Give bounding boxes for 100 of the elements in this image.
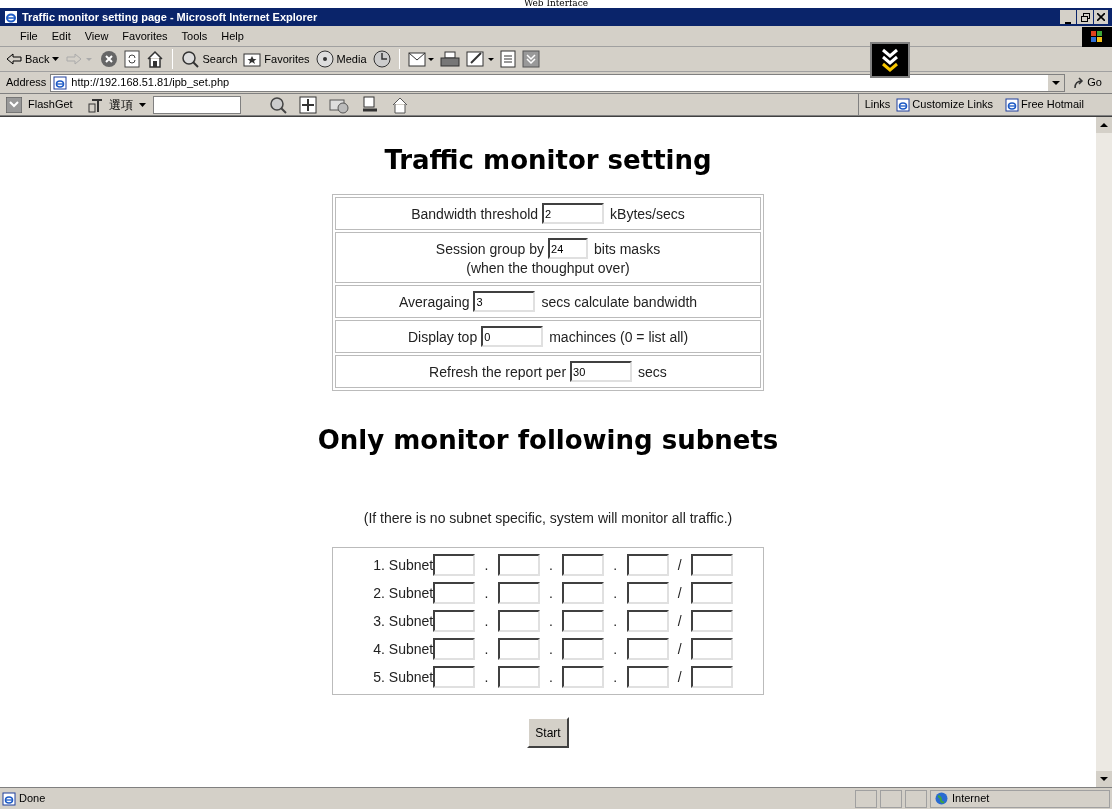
- status-pane: [905, 789, 927, 808]
- menu-item[interactable]: File: [20, 27, 38, 45]
- octet-input[interactable]: [691, 666, 733, 688]
- menu-item[interactable]: Edit: [51, 27, 71, 45]
- home-icon[interactable]: [146, 50, 165, 68]
- minimize-button[interactable]: [1060, 10, 1076, 24]
- octet-input[interactable]: [626, 610, 669, 632]
- page-icon: [2, 791, 16, 806]
- separator: .: [547, 667, 554, 687]
- subnet-label: 1. Subnet: [372, 555, 434, 575]
- favorites-button[interactable]: Favorites: [243, 50, 310, 68]
- octet-input[interactable]: [626, 638, 669, 660]
- octet-input[interactable]: [562, 666, 605, 688]
- menu-item[interactable]: Tools: [181, 27, 208, 45]
- link-item[interactable]: Free Hotmail: [1005, 96, 1084, 113]
- text-input[interactable]: 0: [481, 326, 544, 347]
- subnet-label: 4. Subnet: [372, 639, 434, 659]
- separator: .: [483, 611, 490, 631]
- windows-logo-icon: [1082, 27, 1112, 47]
- octet-input[interactable]: [433, 638, 476, 660]
- frame-icon[interactable]: [298, 95, 317, 114]
- octet-input[interactable]: [433, 610, 476, 632]
- menu-item[interactable]: View: [84, 27, 109, 45]
- text-input[interactable]: 2: [542, 203, 605, 224]
- octet-input[interactable]: [626, 666, 669, 688]
- octet-input[interactable]: [562, 610, 605, 632]
- octet-input[interactable]: [691, 554, 733, 576]
- octet-input[interactable]: [691, 582, 733, 604]
- separator: /: [676, 555, 683, 575]
- subnet-label: 2. Subnet: [372, 583, 434, 603]
- octet-input[interactable]: [562, 554, 605, 576]
- close-button[interactable]: [1094, 10, 1108, 24]
- link-item[interactable]: Customize Links: [896, 96, 994, 113]
- unit-label: kBytes/secs: [610, 204, 685, 223]
- separator: .: [612, 667, 619, 687]
- octet-input[interactable]: [497, 582, 540, 604]
- text-input[interactable]: 24: [548, 238, 589, 259]
- field-note: (when the thoughput over): [466, 259, 630, 277]
- menu-item[interactable]: Favorites: [122, 27, 168, 45]
- field-label: Display top: [407, 327, 478, 346]
- media-button[interactable]: Media: [315, 50, 367, 68]
- restore-button[interactable]: [1077, 10, 1093, 24]
- octet-input[interactable]: [497, 554, 540, 576]
- scroll-down-icon[interactable]: [1096, 771, 1112, 787]
- separator: .: [547, 583, 554, 603]
- chevron-icon[interactable]: [521, 50, 540, 68]
- separator: .: [483, 639, 490, 659]
- text-input[interactable]: 3: [473, 291, 536, 312]
- unit-label: secs: [638, 362, 667, 381]
- octet-input[interactable]: [562, 638, 605, 660]
- browser-logo-icon: [4, 10, 18, 24]
- separator: /: [676, 639, 683, 659]
- printer-icon[interactable]: [439, 51, 460, 67]
- flashget-button[interactable]: FlashGet: [28, 96, 73, 113]
- octet-input[interactable]: [626, 582, 669, 604]
- options-button[interactable]: 選項: [108, 95, 133, 114]
- octet-input[interactable]: [497, 638, 540, 660]
- document-icon[interactable]: [499, 50, 516, 68]
- mail-icon[interactable]: [407, 50, 434, 68]
- menu-item[interactable]: Help: [221, 27, 244, 45]
- start-button[interactable]: Start: [527, 717, 569, 748]
- go-arrow-icon: [1073, 76, 1086, 89]
- back-button[interactable]: Back: [6, 50, 61, 68]
- search-button[interactable]: Search: [181, 50, 238, 68]
- octet-input[interactable]: [562, 582, 605, 604]
- octet-input[interactable]: [433, 554, 476, 576]
- separator: .: [612, 611, 619, 631]
- subnet-label: 5. Subnet: [372, 667, 434, 687]
- octet-input[interactable]: [497, 610, 540, 632]
- magnifier-icon[interactable]: [268, 95, 287, 114]
- history-clock-icon[interactable]: [372, 50, 391, 68]
- home-icon[interactable]: [390, 95, 409, 114]
- flashget-icon: [6, 96, 22, 113]
- address-field[interactable]: http://192.168.51.81/ipb_set.php: [50, 73, 1066, 92]
- search-field[interactable]: [152, 95, 241, 114]
- octet-input[interactable]: [691, 610, 733, 632]
- octet-input[interactable]: [626, 554, 669, 576]
- octet-input[interactable]: [433, 582, 476, 604]
- refresh-icon[interactable]: [124, 50, 141, 68]
- octet-input[interactable]: [497, 666, 540, 688]
- unit-label: bits masks: [594, 239, 661, 258]
- separator: .: [612, 639, 619, 659]
- scroll-up-icon[interactable]: [1096, 117, 1112, 133]
- text-input[interactable]: 30: [570, 361, 633, 382]
- scrollbar[interactable]: [1096, 117, 1112, 787]
- status-pane: [855, 789, 877, 808]
- dropdown-arrow-icon[interactable]: [138, 101, 147, 108]
- search-icon: [181, 50, 200, 68]
- page-heading: Traffic monitor setting: [384, 144, 712, 177]
- dropdown-arrow-icon: [52, 56, 61, 62]
- edit-icon[interactable]: [465, 50, 494, 68]
- unit-label: machinces (0 = list all): [549, 327, 689, 346]
- separator: .: [612, 583, 619, 603]
- minimize-icon: [1065, 22, 1071, 24]
- octet-input[interactable]: [433, 666, 476, 688]
- octet-input[interactable]: [691, 638, 733, 660]
- go-button[interactable]: Go: [1069, 74, 1106, 91]
- links-label: Links: [864, 97, 891, 113]
- stop-icon[interactable]: [100, 50, 119, 68]
- field-label: Averagaing: [398, 292, 470, 311]
